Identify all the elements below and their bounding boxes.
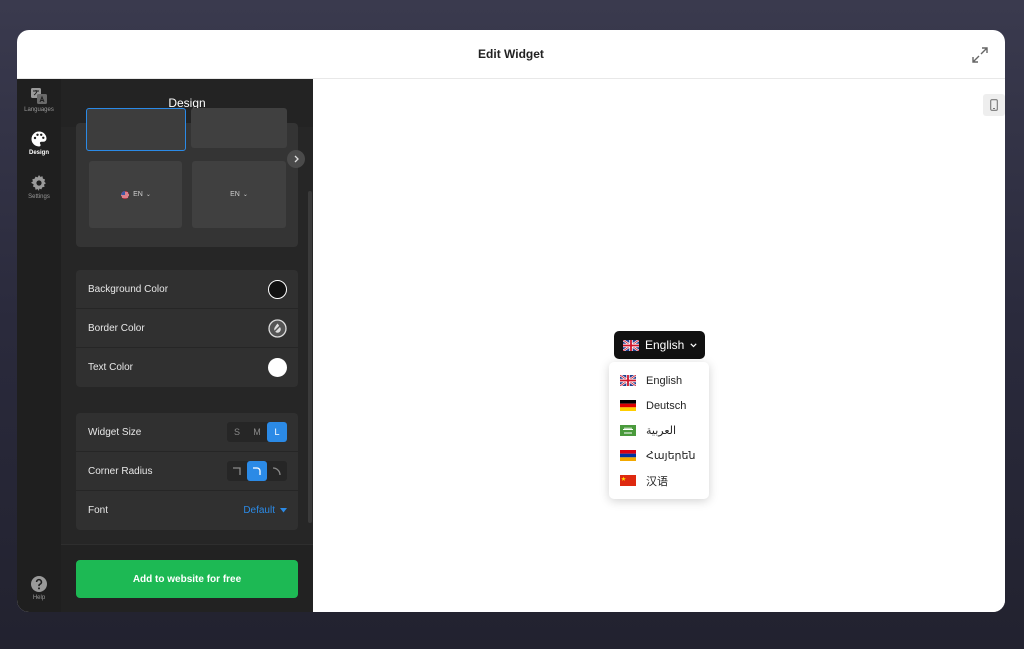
- language-dropdown: English Deutsch العربية Հայերեն 汉语: [609, 362, 709, 499]
- chevron-down-icon: ⌄: [242, 192, 248, 198]
- mobile-preview-button[interactable]: [983, 94, 1005, 116]
- rail-item-design[interactable]: Design: [17, 130, 61, 156]
- help-icon: [31, 576, 47, 592]
- us-flag-icon: [121, 190, 130, 199]
- widget-size-row: Widget Size S M L: [76, 413, 298, 452]
- translate-icon: [31, 88, 47, 104]
- text-color-label: Text Color: [88, 362, 134, 373]
- language-name: العربية: [646, 425, 677, 437]
- color-settings-group: Background Color Border Color Text Color: [76, 270, 298, 387]
- widget-size-selector: S M L: [227, 422, 287, 442]
- tile-label: EN: [133, 191, 143, 198]
- modal-header: Edit Widget: [17, 30, 1005, 79]
- background-color-swatch[interactable]: [268, 279, 287, 299]
- language-option-arabic[interactable]: العربية: [609, 418, 709, 443]
- caret-down-icon: [280, 508, 287, 513]
- expand-icon[interactable]: [971, 46, 989, 64]
- uk-flag-icon: [620, 375, 636, 386]
- rounded-corner-icon: [253, 467, 261, 475]
- current-language: English: [645, 338, 685, 352]
- text-color-row[interactable]: Text Color: [76, 348, 298, 387]
- styles-next-button[interactable]: [287, 150, 305, 168]
- language-option-english[interactable]: English: [609, 368, 709, 393]
- round-corner-icon: [272, 467, 281, 476]
- font-row: Font Default: [76, 491, 298, 530]
- corner-radius-label: Corner Radius: [88, 465, 153, 477]
- style-tile[interactable]: [191, 108, 287, 148]
- size-option-l[interactable]: L: [267, 422, 287, 442]
- edit-widget-modal: Edit Widget Languages Design Settings He…: [17, 30, 1005, 612]
- border-color-label: Border Color: [88, 322, 145, 334]
- chevron-down-icon: ⌄: [145, 192, 151, 198]
- no-color-icon[interactable]: [268, 318, 287, 338]
- phone-icon: [990, 99, 998, 111]
- font-value: Default: [243, 505, 275, 516]
- language-name: 汉语: [646, 475, 668, 488]
- modal-title: Edit Widget: [478, 47, 544, 61]
- rail-item-languages[interactable]: Languages: [17, 87, 61, 113]
- tile-label: EN: [230, 191, 240, 198]
- chevron-down-icon: [690, 342, 697, 347]
- rail-label: Design: [28, 150, 49, 156]
- style-tile[interactable]: EN ⌄: [89, 161, 182, 228]
- language-option-chinese[interactable]: 汉语: [609, 468, 709, 493]
- rail-item-help[interactable]: Help: [17, 575, 61, 601]
- language-switcher-button[interactable]: English: [614, 331, 705, 359]
- language-name: English: [646, 374, 683, 387]
- corner-radius-row: Corner Radius: [76, 452, 298, 491]
- panel-scrollbar[interactable]: [308, 191, 312, 523]
- background-color-label: Background Color: [88, 283, 169, 295]
- font-select[interactable]: Default: [243, 505, 287, 516]
- corner-square-option[interactable]: [227, 461, 247, 481]
- palette-icon: [31, 131, 47, 147]
- side-rail: Languages Design Settings Help: [17, 79, 61, 612]
- language-name: Հայերեն: [646, 450, 696, 462]
- style-tile[interactable]: [86, 108, 186, 151]
- china-flag-icon: [620, 475, 636, 486]
- uk-flag-icon: [623, 339, 639, 351]
- chevron-right-icon: [294, 155, 299, 163]
- panel-footer: Add to website for free: [61, 544, 313, 612]
- background-color-row[interactable]: Background Color: [76, 270, 298, 309]
- language-option-deutsch[interactable]: Deutsch: [609, 393, 709, 418]
- size-option-m[interactable]: M: [247, 422, 267, 442]
- size-option-s[interactable]: S: [227, 422, 247, 442]
- germany-flag-icon: [620, 400, 636, 411]
- design-panel: Design EN ⌄ EN ⌄ Background Color Border…: [61, 79, 313, 612]
- corner-rounded-option[interactable]: [247, 461, 267, 481]
- corner-round-option[interactable]: [267, 461, 287, 481]
- style-tile[interactable]: EN ⌄: [192, 161, 286, 228]
- widget-size-label: Widget Size: [88, 426, 142, 438]
- widget-style-grid: EN ⌄ EN ⌄: [76, 108, 298, 247]
- preview-canvas: English English Deutsch العربية Հայերեն …: [313, 79, 1005, 612]
- gear-icon: [31, 175, 46, 191]
- language-option-armenian[interactable]: Հայերեն: [609, 443, 709, 468]
- add-to-website-button[interactable]: Add to website for free: [76, 560, 298, 598]
- armenia-flag-icon: [620, 450, 636, 461]
- language-name: Deutsch: [646, 399, 687, 412]
- rail-label: Languages: [24, 107, 54, 113]
- saudi-flag-icon: [620, 425, 636, 436]
- square-corner-icon: [233, 467, 241, 475]
- rail-label: Help: [32, 595, 46, 601]
- size-settings-group: Widget Size S M L Corner Radius Font Def…: [76, 413, 298, 530]
- font-label: Font: [88, 505, 109, 516]
- text-color-swatch[interactable]: [268, 358, 287, 377]
- rail-label: Settings: [28, 194, 50, 200]
- border-color-row[interactable]: Border Color: [76, 309, 298, 348]
- rail-item-settings[interactable]: Settings: [17, 174, 61, 200]
- corner-radius-selector: [227, 461, 287, 481]
